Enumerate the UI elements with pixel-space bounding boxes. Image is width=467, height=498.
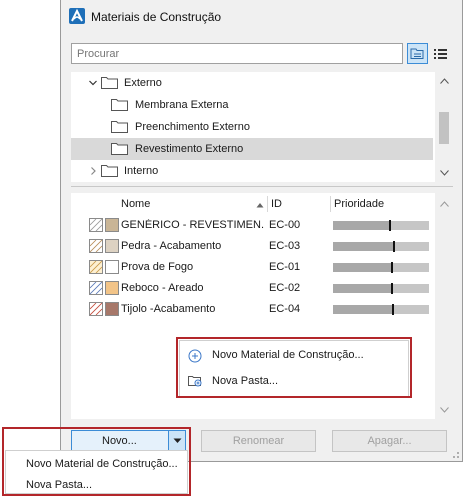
surface-swatch bbox=[105, 239, 119, 253]
table-row[interactable]: Pedra - Acabamento EC-03 bbox=[71, 236, 433, 257]
fill-pattern-swatch-icon bbox=[89, 281, 103, 295]
list-view-button[interactable] bbox=[430, 43, 451, 64]
surface-swatch bbox=[105, 281, 119, 295]
priority-bar[interactable] bbox=[333, 283, 429, 294]
folder-icon bbox=[111, 99, 128, 111]
priority-marker[interactable] bbox=[391, 283, 393, 294]
priority-bar-fill bbox=[333, 242, 393, 251]
material-name: Prova de Fogo bbox=[121, 261, 194, 273]
priority-bar-fill bbox=[333, 263, 391, 272]
column-header-name[interactable]: Nome bbox=[121, 193, 150, 215]
list-icon bbox=[434, 49, 447, 59]
highlight-annotation bbox=[176, 337, 412, 398]
tree-item-interno[interactable]: Interno bbox=[71, 160, 433, 182]
material-id: EC-04 bbox=[269, 303, 301, 315]
material-id: EC-03 bbox=[269, 240, 301, 252]
splitter[interactable] bbox=[71, 186, 453, 187]
folder-icon bbox=[101, 77, 118, 89]
priority-bar[interactable] bbox=[333, 220, 429, 231]
tree-item-label: Externo bbox=[124, 77, 162, 89]
table-row[interactable]: Prova de Fogo EC-01 bbox=[71, 257, 433, 278]
scroll-down-arrow-icon[interactable] bbox=[440, 170, 449, 176]
scroll-down-arrow-icon[interactable] bbox=[440, 407, 449, 413]
surface-swatch bbox=[105, 218, 119, 232]
archicad-logo-icon bbox=[69, 8, 85, 24]
scrollbar-thumb[interactable] bbox=[439, 112, 449, 144]
scroll-up-arrow-icon[interactable] bbox=[440, 201, 449, 207]
tree-item-membrana-externa[interactable]: Membrana Externa bbox=[71, 94, 433, 116]
priority-bar-fill bbox=[333, 221, 389, 230]
priority-bar-fill bbox=[333, 305, 392, 314]
material-name: Pedra - Acabamento bbox=[121, 240, 222, 252]
material-id: EC-00 bbox=[269, 219, 301, 231]
list-scrollbar[interactable] bbox=[435, 193, 453, 419]
table-row[interactable]: Reboco - Areado EC-02 bbox=[71, 278, 433, 299]
fill-pattern-swatch-icon bbox=[89, 239, 103, 253]
fill-pattern-swatch-icon bbox=[89, 260, 103, 274]
scroll-up-arrow-icon[interactable] bbox=[440, 78, 449, 84]
folder-list-icon bbox=[410, 48, 424, 59]
table-row[interactable]: GENÉRICO - REVESTIMEN... EC-00 bbox=[71, 215, 433, 236]
priority-marker[interactable] bbox=[389, 220, 391, 231]
materials-dialog: Materiais de Construção Externo bbox=[60, 0, 463, 462]
tree-item-label: Interno bbox=[124, 165, 159, 177]
table-row[interactable]: Tijolo -Acabamento EC-04 bbox=[71, 299, 433, 320]
priority-bar-fill bbox=[333, 284, 391, 293]
priority-bar[interactable] bbox=[333, 262, 429, 273]
folder-icon bbox=[111, 143, 128, 155]
sort-ascending-icon bbox=[256, 203, 264, 208]
tree-item-revestimento-externo[interactable]: Revestimento Externo bbox=[71, 138, 433, 160]
tree-scrollbar[interactable] bbox=[435, 72, 453, 182]
column-header-id[interactable]: ID bbox=[271, 193, 282, 215]
surface-swatch bbox=[105, 302, 119, 316]
chevron-right-icon[interactable] bbox=[88, 166, 98, 176]
folder-icon bbox=[111, 121, 128, 133]
fill-pattern-swatch-icon bbox=[89, 302, 103, 316]
priority-bar[interactable] bbox=[333, 304, 429, 315]
material-name: Reboco - Areado bbox=[121, 282, 204, 294]
chevron-down-icon[interactable] bbox=[88, 78, 98, 88]
priority-marker[interactable] bbox=[391, 262, 393, 273]
tree-item-externo[interactable]: Externo bbox=[71, 72, 433, 94]
material-name: Tijolo -Acabamento bbox=[121, 303, 216, 315]
priority-marker[interactable] bbox=[393, 241, 395, 252]
folder-icon bbox=[101, 165, 118, 177]
folder-tree: Externo Membrana Externa Preenchimento E… bbox=[71, 72, 453, 182]
tree-item-preenchimento-externo[interactable]: Preenchimento Externo bbox=[71, 116, 433, 138]
material-id: EC-02 bbox=[269, 282, 301, 294]
rename-button[interactable]: Renomear bbox=[201, 430, 316, 452]
priority-bar[interactable] bbox=[333, 241, 429, 252]
fill-pattern-swatch-icon bbox=[89, 218, 103, 232]
surface-swatch bbox=[105, 260, 119, 274]
delete-button[interactable]: Apagar... bbox=[332, 430, 447, 452]
tree-item-label: Membrana Externa bbox=[135, 99, 229, 111]
column-separator[interactable] bbox=[330, 196, 331, 212]
tree-item-label: Preenchimento Externo bbox=[135, 121, 250, 133]
tree-item-label: Revestimento Externo bbox=[135, 143, 244, 155]
window-title: Materiais de Construção bbox=[91, 10, 222, 24]
folder-view-button[interactable] bbox=[407, 43, 428, 64]
material-id: EC-01 bbox=[269, 261, 301, 273]
resize-grip-icon[interactable] bbox=[450, 449, 460, 459]
title-bar[interactable]: Materiais de Construção bbox=[61, 0, 462, 34]
search-input[interactable] bbox=[71, 43, 403, 64]
column-separator[interactable] bbox=[267, 196, 268, 212]
material-name: GENÉRICO - REVESTIMEN... bbox=[121, 219, 265, 231]
column-header-priority[interactable]: Prioridade bbox=[334, 193, 384, 215]
highlight-annotation bbox=[2, 427, 191, 496]
priority-marker[interactable] bbox=[392, 304, 394, 315]
